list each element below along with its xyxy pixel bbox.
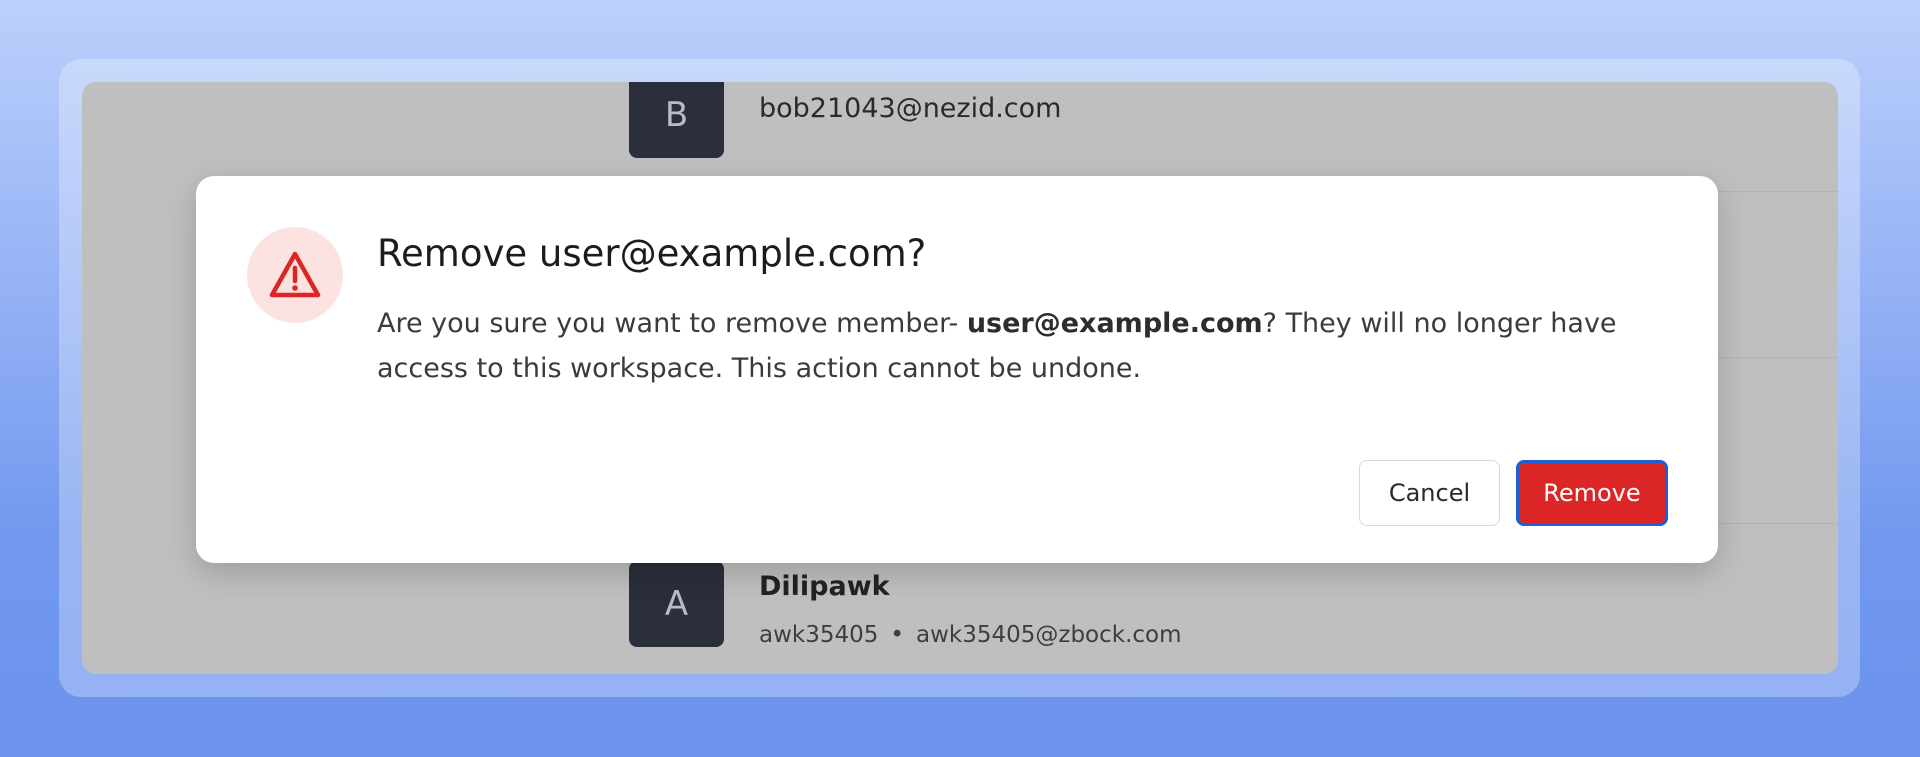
separator-dot: • [890, 622, 904, 648]
dialog-title: Remove user@example.com? [377, 232, 927, 275]
member-avatar: B [629, 82, 724, 158]
remove-button[interactable]: Remove [1516, 460, 1668, 526]
message-prefix: Are you sure you want to remove member- [377, 308, 967, 339]
dialog-message: Are you sure you want to remove member- … [377, 301, 1667, 391]
member-name: Dilipawk [759, 571, 890, 602]
avatar-letter: B [664, 95, 689, 135]
avatar-letter: A [664, 584, 689, 624]
warning-triangle-icon [269, 251, 321, 298]
warning-icon-badge [247, 227, 343, 323]
member-email: awk35405@zbock.com [915, 622, 1182, 648]
member-details: awk35405 • awk35405@zbock.com [759, 622, 1182, 648]
member-avatar: A [629, 561, 724, 647]
message-email: user@example.com [966, 308, 1263, 339]
member-email: bob21043@nezid.com [759, 93, 1062, 124]
cancel-button[interactable]: Cancel [1359, 460, 1500, 526]
remove-member-dialog: Remove user@example.com? Are you sure yo… [196, 176, 1718, 563]
member-username: awk35405 [759, 622, 879, 648]
